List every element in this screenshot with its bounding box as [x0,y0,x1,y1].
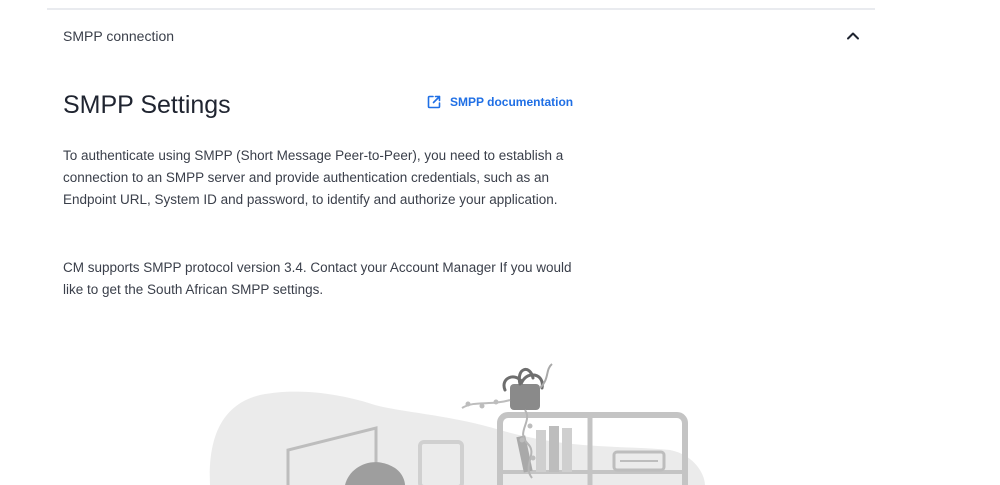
external-link-icon [427,95,441,109]
office-illustration [209,363,705,485]
plant-pot [510,384,540,410]
doc-link-label: SMPP documentation [450,95,574,109]
auth-description: To authenticate using SMPP (Short Messag… [63,148,564,207]
book [549,426,559,472]
accordion-title: SMPP connection [63,28,175,44]
chevron-up-icon[interactable] [845,28,861,44]
protocol-description: CM supports SMPP protocol version 3.4. C… [63,260,572,297]
smpp-connection-accordion-header[interactable]: SMPP connection [47,14,875,58]
book [536,430,546,472]
plant-vine [539,363,553,389]
section-title: SMPP Settings [63,91,231,119]
accordion-divider [47,8,875,10]
smpp-documentation-link[interactable]: SMPP documentation [426,94,573,110]
book [562,428,572,472]
